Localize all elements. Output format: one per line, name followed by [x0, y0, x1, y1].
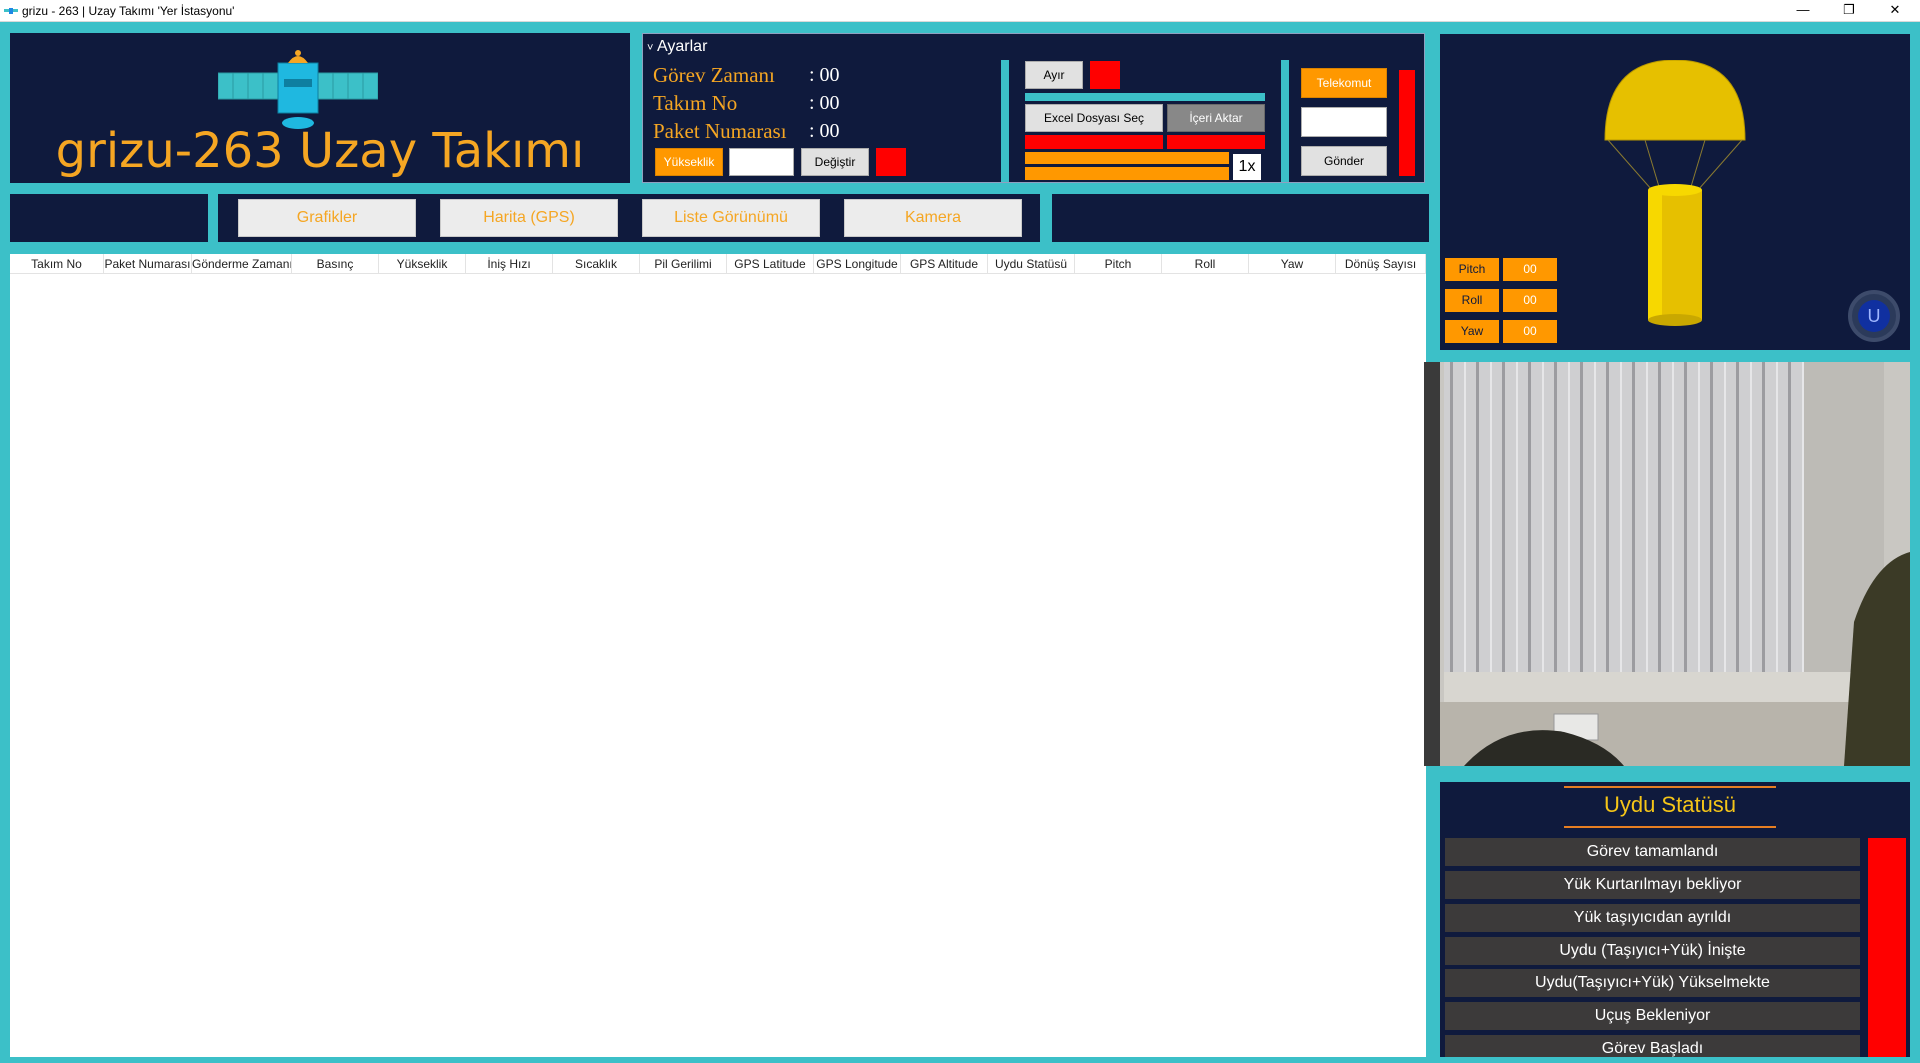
column-header[interactable]: Paket Numarası: [104, 254, 192, 274]
team-no-label: Takım No: [653, 91, 738, 115]
unity-badge-icon: U: [1848, 290, 1900, 342]
telecommand-input[interactable]: [1301, 107, 1387, 137]
mission-time-value: : 00: [809, 64, 840, 86]
roll-value: 00: [1503, 289, 1557, 312]
import-status-indicator: [1167, 135, 1265, 149]
chevron-down-icon: ˅: [647, 42, 654, 54]
mission-time-label: Görev Zamanı: [653, 63, 775, 87]
altitude-button[interactable]: Yükseklik: [655, 148, 723, 176]
altitude-input[interactable]: [729, 148, 794, 176]
column-header[interactable]: Pitch: [1075, 254, 1162, 274]
column-header[interactable]: Takım No: [10, 254, 104, 274]
change-button[interactable]: Değiştir: [801, 148, 869, 176]
camera-feed: [1424, 362, 1910, 766]
minimize-button[interactable]: —: [1780, 0, 1826, 22]
tab-list-view[interactable]: Liste Görünümü: [642, 199, 820, 237]
divider: [1001, 60, 1009, 182]
status-item: Uydu (Taşıyıcı+Yük) İnişte: [1445, 937, 1860, 965]
excel-status-indicator: [1025, 135, 1163, 149]
camera-frame-image: [1424, 362, 1910, 766]
column-header[interactable]: Gönderme Zamanı: [192, 254, 292, 274]
status-item: Görev Başladı: [1445, 1035, 1860, 1057]
telecommand-status-indicator: [1399, 70, 1415, 176]
excel-select-button[interactable]: Excel Dosyası Seç: [1025, 104, 1163, 132]
status-item: Yük taşıyıcıdan ayrıldı: [1445, 904, 1860, 932]
window-title: grizu - 263 | Uzay Takımı 'Yer İstasyonu…: [22, 4, 235, 18]
status-item: Görev tamamlandı: [1445, 838, 1860, 866]
nav-tab-bar: Grafikler Harita (GPS) Liste Görünümü Ka…: [218, 194, 1040, 242]
parachute-model-icon: [1604, 60, 1746, 326]
status-item: Yük Kurtarılmayı bekliyor: [1445, 871, 1860, 899]
nav-left-blank: [10, 194, 208, 242]
altitude-status-indicator: [876, 148, 906, 176]
restore-button[interactable]: ❐: [1826, 0, 1872, 22]
attitude-panel: Pitch 00 Roll 00 Yaw 00 U: [1440, 34, 1910, 350]
nav-right-blank: [1052, 194, 1429, 242]
column-header[interactable]: Dönüş Sayısı: [1336, 254, 1426, 274]
column-header[interactable]: Uydu Statüsü: [988, 254, 1075, 274]
unity-badge-text: U: [1858, 300, 1890, 332]
yaw-label: Yaw: [1445, 320, 1499, 343]
status-title: Uydu Statüsü: [1603, 792, 1737, 817]
tab-camera[interactable]: Kamera: [844, 199, 1022, 237]
table-header: Takım No Paket Numarası Gönderme Zamanı …: [10, 254, 1426, 274]
team-title: grizu-263 Uzay Takımı: [55, 123, 585, 179]
column-header[interactable]: Yaw: [1249, 254, 1336, 274]
pitch-value: 00: [1503, 258, 1557, 281]
column-header[interactable]: GPS Altitude: [901, 254, 988, 274]
settings-expander-label: Ayarlar: [657, 38, 708, 55]
packet-no-value: : 00: [809, 120, 840, 142]
window-titlebar: grizu - 263 | Uzay Takımı 'Yer İstasyonu…: [0, 0, 1920, 22]
progress-strip: [1025, 93, 1265, 101]
logo-panel: grizu-263 Uzay Takımı: [10, 33, 630, 183]
team-no-value: : 00: [809, 92, 840, 114]
column-header[interactable]: Basınç: [292, 254, 379, 274]
column-header[interactable]: Yükseklik: [379, 254, 466, 274]
status-indicator-bar: [1868, 838, 1906, 1057]
status-item: Uçuş Bekleniyor: [1445, 1002, 1860, 1030]
column-header[interactable]: Sıcaklık: [553, 254, 640, 274]
roll-label: Roll: [1445, 289, 1499, 312]
column-header[interactable]: İniş Hızı: [466, 254, 553, 274]
column-header[interactable]: GPS Latitude: [727, 254, 814, 274]
detach-button[interactable]: Ayır: [1025, 61, 1083, 89]
speed-label: 1x: [1233, 154, 1261, 180]
detach-status-indicator: [1090, 61, 1120, 89]
close-button[interactable]: ✕: [1872, 0, 1918, 22]
settings-panel: ˅ Ayarlar Görev Zamanı : 00 Takım No : 0…: [642, 33, 1425, 183]
data-table[interactable]: Takım No Paket Numarası Gönderme Zamanı …: [10, 254, 1426, 1057]
column-header[interactable]: Roll: [1162, 254, 1249, 274]
packet-no-label: Paket Numarası: [653, 119, 787, 143]
divider: [1281, 60, 1289, 182]
playback-slider[interactable]: [1025, 152, 1229, 180]
column-header[interactable]: GPS Longitude: [814, 254, 901, 274]
satellite-app-icon: [4, 8, 18, 14]
pitch-label: Pitch: [1445, 258, 1499, 281]
tab-map-gps[interactable]: Harita (GPS): [440, 199, 618, 237]
column-header[interactable]: Pil Gerilimi: [640, 254, 727, 274]
telecommand-button[interactable]: Telekomut: [1301, 68, 1387, 98]
satellite-logo-icon: [218, 50, 378, 129]
import-button[interactable]: İçeri Aktar: [1167, 104, 1265, 132]
send-button[interactable]: Gönder: [1301, 146, 1387, 176]
tab-charts[interactable]: Grafikler: [238, 199, 416, 237]
yaw-value: 00: [1503, 320, 1557, 343]
status-item: Uydu(Taşıyıcı+Yük) Yükselmekte: [1445, 969, 1860, 997]
settings-expander[interactable]: ˅ Ayarlar: [647, 38, 707, 56]
